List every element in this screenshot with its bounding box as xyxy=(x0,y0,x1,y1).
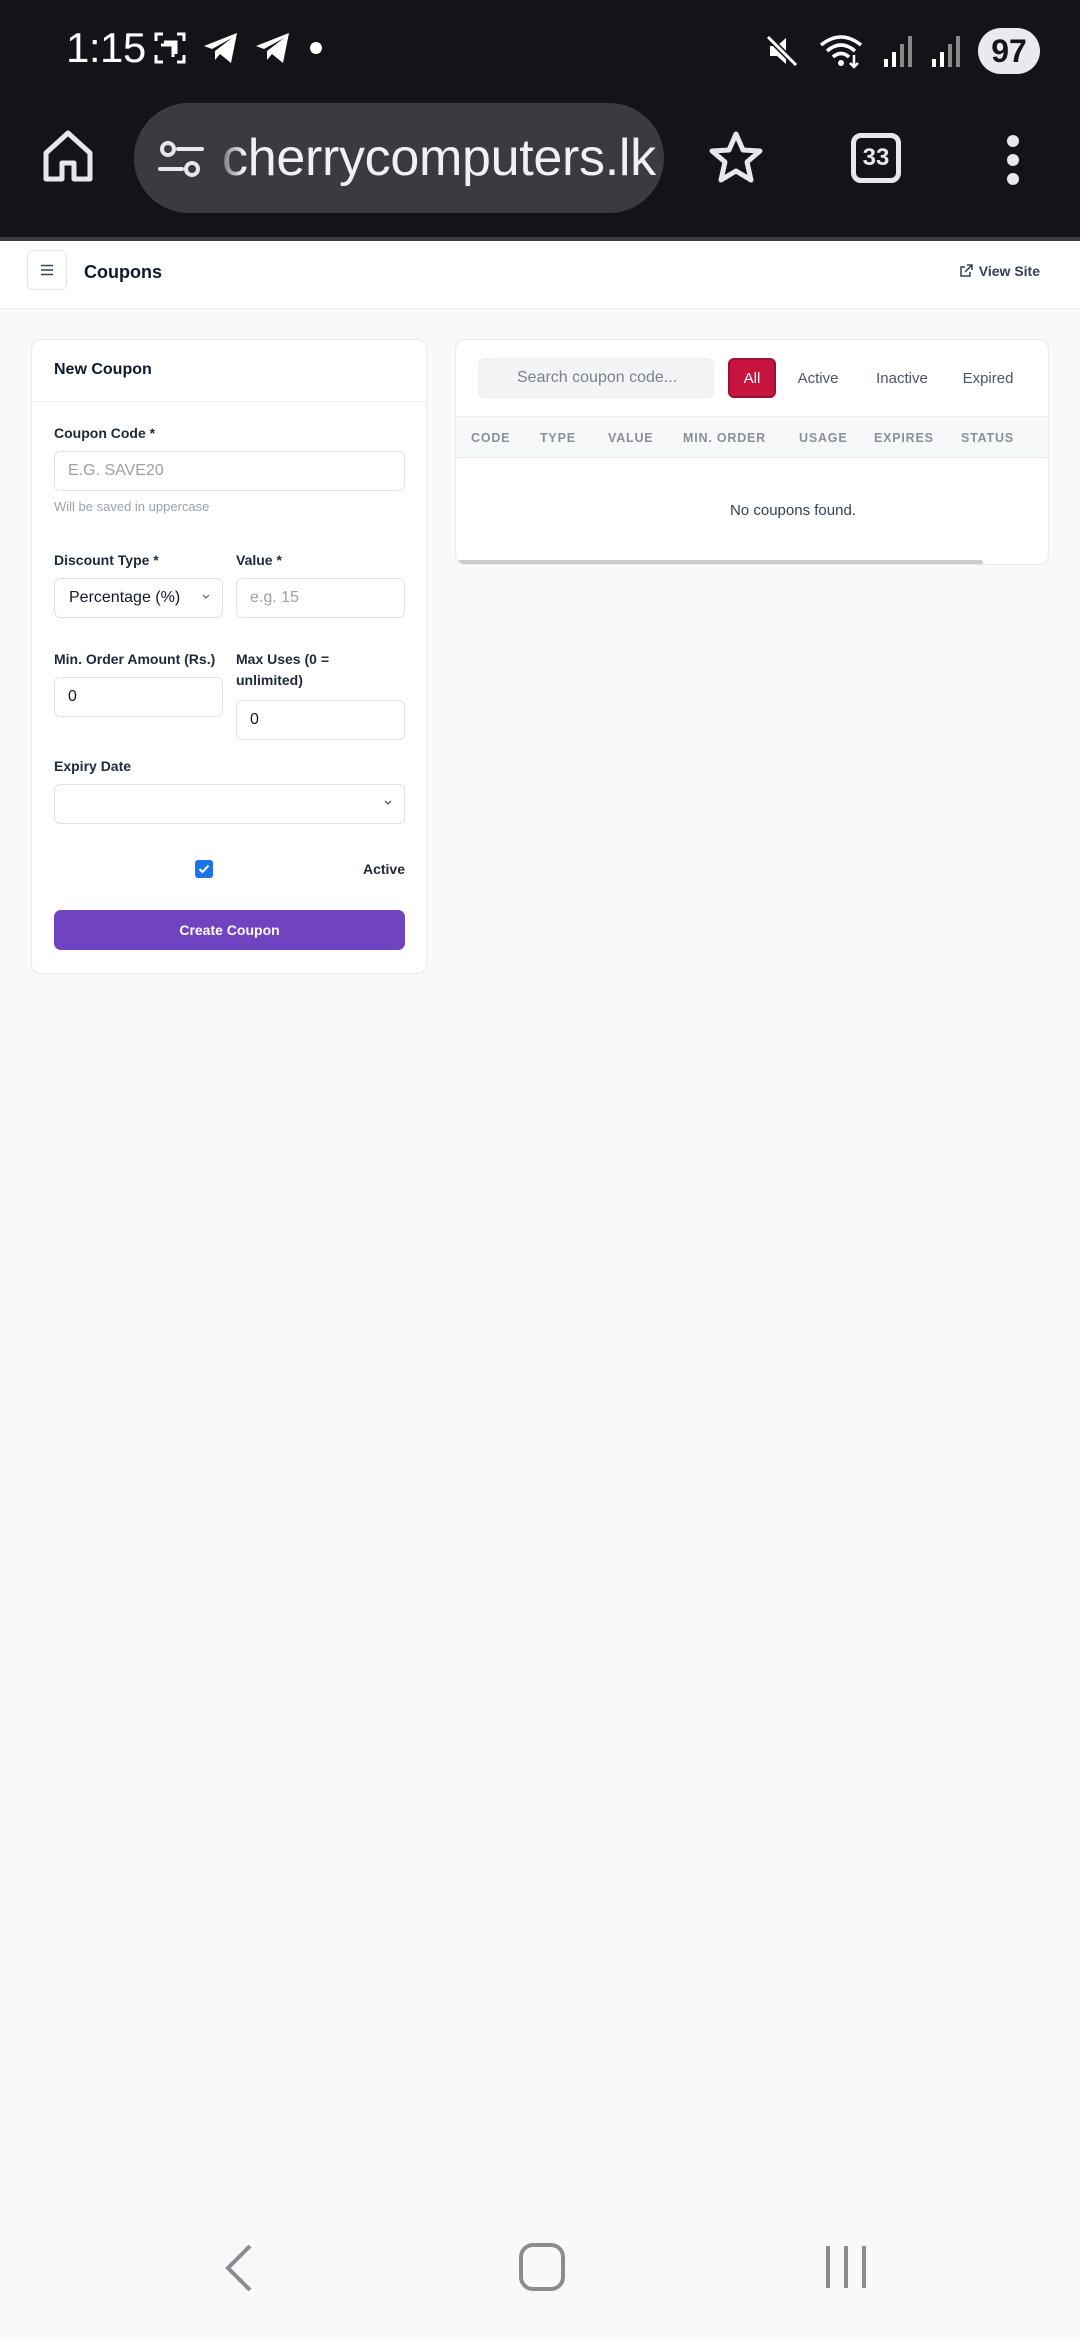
checkmark-icon xyxy=(198,864,210,874)
column-type[interactable]: TYPE xyxy=(540,431,576,445)
active-checkbox[interactable] xyxy=(195,860,213,878)
discount-type-label: Discount Type * xyxy=(54,552,159,568)
value-label: Value * xyxy=(236,552,282,568)
system-navigation-bar xyxy=(0,2220,1080,2340)
more-notifications-dot-icon xyxy=(310,42,322,54)
kebab-menu-icon xyxy=(1007,135,1019,185)
filter-active[interactable]: Active xyxy=(786,358,850,398)
signal-icon-1 xyxy=(884,36,912,67)
active-label: Active xyxy=(362,861,405,877)
column-code[interactable]: CODE xyxy=(471,431,510,445)
url-text: cherrycomputers.lk xyxy=(222,129,656,187)
telegram-icon-2 xyxy=(256,33,289,63)
value-input[interactable]: e.g. 15 xyxy=(236,578,405,618)
mute-icon xyxy=(765,34,799,68)
filter-inactive[interactable]: Inactive xyxy=(864,358,940,398)
system-status-icons: 97 xyxy=(764,28,1040,74)
external-link-icon xyxy=(960,264,973,277)
coupon-search-input[interactable]: Search coupon code... xyxy=(478,358,714,398)
discount-type-select[interactable]: Percentage (%) xyxy=(54,578,223,618)
home-button[interactable] xyxy=(40,128,96,184)
view-site-label: View Site xyxy=(978,263,1040,279)
empty-state-message: No coupons found. xyxy=(730,502,856,519)
signal-icon-2 xyxy=(932,36,960,67)
sidebar-toggle-button[interactable] xyxy=(27,250,67,290)
filter-expired[interactable]: Expired xyxy=(952,358,1024,398)
view-site-link[interactable]: View Site xyxy=(959,263,1040,279)
expiry-date-label: Expiry Date xyxy=(54,758,132,774)
wifi-icon xyxy=(819,35,863,69)
notification-icons xyxy=(152,30,326,66)
status-time: 1:15 xyxy=(66,24,146,71)
recents-icon[interactable] xyxy=(824,2244,868,2290)
browser-chrome: 1:15 97 cherrycomputers.lk 33 xyxy=(0,0,1080,241)
create-coupon-button[interactable]: Create Coupon xyxy=(54,910,405,950)
column-expires[interactable]: EXPIRES xyxy=(874,431,934,445)
form-title: New Coupon xyxy=(32,340,426,402)
min-order-label: Min. Order Amount (Rs.) xyxy=(54,651,216,667)
column-usage[interactable]: USAGE xyxy=(799,431,847,445)
column-value[interactable]: VALUE xyxy=(608,431,653,445)
site-settings-icon[interactable] xyxy=(158,141,204,177)
filter-all[interactable]: All xyxy=(728,358,776,398)
new-coupon-card: New Coupon Coupon Code * E.G. SAVE20 Wil… xyxy=(31,339,427,974)
home-nav-icon[interactable] xyxy=(518,2242,566,2292)
expiry-date-input[interactable] xyxy=(54,784,405,824)
chevron-down-icon xyxy=(202,594,210,599)
coupon-list-card: Search coupon code... All Active Inactiv… xyxy=(455,339,1049,565)
telegram-icon xyxy=(204,33,237,63)
max-uses-label: Max Uses (0 = unlimited) xyxy=(236,651,329,688)
discount-type-value: Percentage (%) xyxy=(69,589,181,606)
coupon-code-hint: Will be saved in uppercase xyxy=(54,499,210,514)
star-icon xyxy=(709,131,763,183)
browser-menu-button[interactable] xyxy=(998,132,1028,188)
coupon-code-label: Coupon Code * xyxy=(54,425,156,441)
chevron-down-icon xyxy=(384,800,392,805)
horizontal-scrollbar[interactable] xyxy=(458,560,983,564)
column-min-order[interactable]: MIN. ORDER xyxy=(683,431,766,445)
back-icon[interactable] xyxy=(222,2242,258,2294)
address-bar[interactable]: cherrycomputers.lk xyxy=(134,103,664,213)
column-status[interactable]: STATUS xyxy=(961,431,1014,445)
admin-header: Coupons View Site xyxy=(0,241,1080,309)
home-icon xyxy=(43,130,93,182)
bookmark-button[interactable] xyxy=(706,128,766,188)
tabs-button[interactable]: 33 xyxy=(851,133,901,183)
min-order-input[interactable]: 0 xyxy=(54,677,223,717)
battery-level: 97 xyxy=(978,28,1040,74)
max-uses-input[interactable]: 0 xyxy=(236,700,405,740)
tab-count: 33 xyxy=(851,133,901,183)
table-header: CODE TYPE VALUE MIN. ORDER USAGE EXPIRES… xyxy=(456,416,1048,458)
hamburger-icon xyxy=(41,264,53,276)
coupon-code-input[interactable]: E.G. SAVE20 xyxy=(54,451,405,491)
screenshot-icon xyxy=(154,32,186,64)
page-title: Coupons xyxy=(84,262,162,282)
